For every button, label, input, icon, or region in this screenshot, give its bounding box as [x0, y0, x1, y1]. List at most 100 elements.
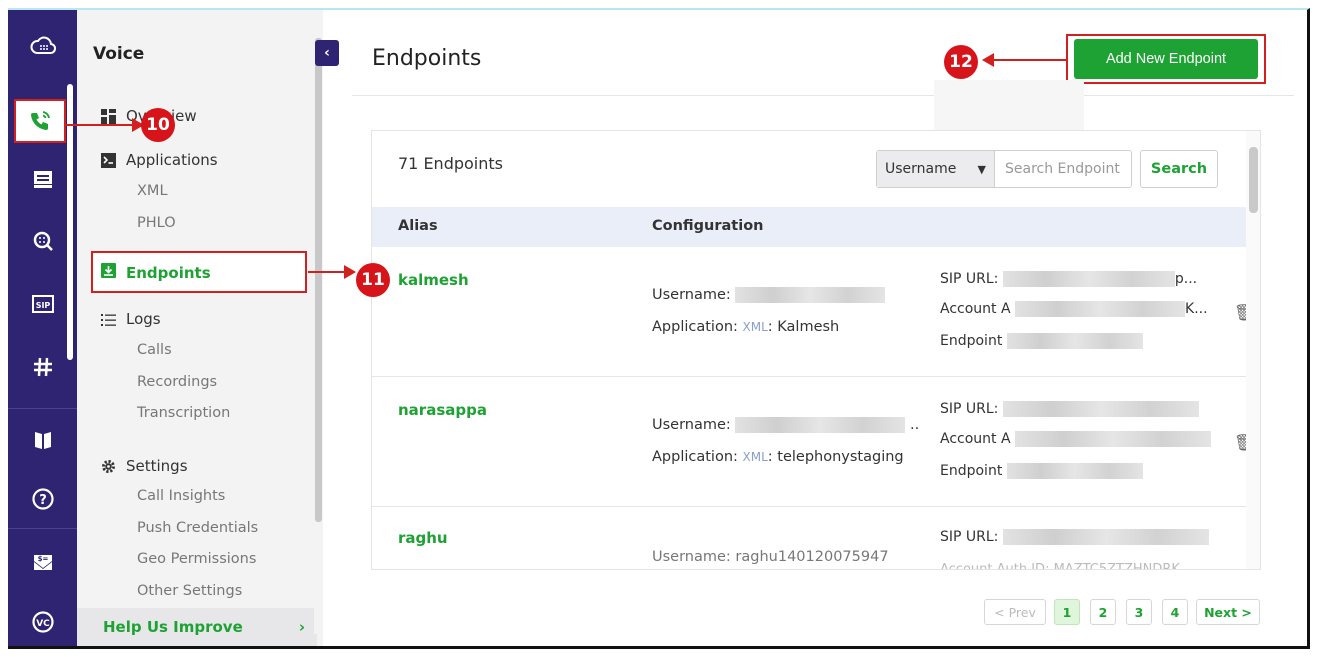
title-divider — [352, 95, 1294, 96]
search-filter: Username ▼ Search Endpoint — [876, 150, 1132, 188]
table-header: Alias Configuration — [372, 207, 1246, 247]
voice-phone-icon[interactable] — [14, 99, 66, 143]
help-us-improve-button[interactable]: Help Us Improve › — [77, 608, 317, 646]
number-lookup-icon[interactable] — [8, 219, 77, 263]
username-label: Username: — [652, 417, 731, 433]
search-button[interactable]: Search — [1140, 150, 1218, 188]
billing-icon[interactable]: $= — [8, 540, 77, 584]
nav-sub-transcription[interactable]: Transcription — [137, 405, 230, 421]
nav-item-label: Logs — [126, 310, 161, 328]
username-label: Username: — [652, 287, 731, 303]
endpoint-label: Endpoint — [940, 463, 1003, 479]
nav-sub-xml[interactable]: XML — [137, 183, 168, 199]
app-type[interactable]: XML — [743, 450, 768, 464]
annotation-arrow-11 — [308, 271, 348, 273]
username-tail: .. — [910, 417, 920, 433]
account-line: Account A K... — [940, 301, 1208, 317]
table-row: narasappa Username: .. Application: XML:… — [372, 377, 1254, 507]
nav-sub-push-credentials[interactable]: Push Credentials — [137, 520, 258, 536]
account-label: Account A — [940, 301, 1011, 317]
search-endpoint-input[interactable]: Search Endpoint — [995, 151, 1131, 187]
alias-link[interactable]: raghu — [398, 529, 448, 547]
nav-item-label: Applications — [126, 151, 218, 169]
alias-link[interactable]: kalmesh — [398, 271, 469, 289]
voice-nav-panel: Voice Overview Applications XML PHLO End… — [77, 10, 323, 646]
endpoint-line: Endpoint — [940, 333, 1143, 349]
annotation-badge-11: 11 — [356, 263, 390, 297]
redacted-value — [1002, 401, 1199, 417]
nav-sub-recordings[interactable]: Recordings — [137, 374, 217, 390]
list-icon — [101, 312, 116, 327]
application-line: Application: XML: telephonystaging — [652, 449, 904, 465]
nav-title: Voice — [93, 44, 145, 64]
pagination-next[interactable]: Next > — [1196, 599, 1260, 625]
icon-rail: SIP ? $= VC — [8, 10, 77, 646]
nav-sub-call-insights[interactable]: Call Insights — [137, 488, 225, 504]
account-label: Account A — [940, 431, 1011, 447]
sip-trunking-icon[interactable]: SIP — [8, 282, 77, 326]
nav-item-logs[interactable]: Logs — [101, 310, 161, 328]
chevron-down-icon: ▼ — [977, 162, 986, 176]
nav-sub-phlo[interactable]: PHLO — [137, 215, 176, 231]
pagination-page-4[interactable]: 4 — [1162, 599, 1188, 625]
app-name[interactable]: : telephonystaging — [768, 449, 904, 465]
svg-text:VC: VC — [36, 619, 50, 629]
gear-icon — [101, 459, 116, 474]
redacted-value — [1002, 271, 1175, 287]
pagination-page-2[interactable]: 2 — [1090, 599, 1116, 625]
docs-book-icon[interactable] — [8, 418, 77, 462]
phone-numbers-hash-icon[interactable] — [8, 345, 77, 389]
annotation-badge-12: 12 — [944, 45, 978, 79]
alias-link[interactable]: narasappa — [398, 401, 487, 419]
column-header-alias: Alias — [398, 218, 438, 234]
sip-label: SIP URL: — [940, 529, 999, 545]
help-question-icon[interactable]: ? — [8, 477, 77, 521]
redacted-value — [735, 287, 886, 303]
endpoint-download-icon — [101, 263, 116, 282]
annotation-arrow-12 — [992, 59, 1066, 61]
application-line: Application: XML: Kalmesh — [652, 319, 839, 335]
account-line-partial: Account Auth ID: MAZTC5ZTZHNDRK — [940, 562, 1180, 570]
username-line: Username: .. — [652, 417, 919, 433]
sip-label: SIP URL: — [940, 401, 999, 417]
filter-field-select[interactable]: Username ▼ — [877, 151, 995, 187]
chevron-right-icon: › — [298, 618, 305, 636]
pagination-page-1[interactable]: 1 — [1054, 599, 1080, 625]
nav-item-endpoints[interactable]: Endpoints — [101, 263, 211, 282]
app-type[interactable]: XML — [743, 320, 768, 334]
svg-text:?: ? — [39, 493, 47, 508]
redacted-value — [735, 417, 906, 433]
nav-item-settings[interactable]: Settings — [101, 457, 188, 475]
pagination-page-3[interactable]: 3 — [1126, 599, 1152, 625]
redacted-value — [1015, 301, 1186, 317]
table-scrollbar-thumb[interactable] — [1249, 147, 1258, 213]
pagination-prev[interactable]: < Prev — [984, 599, 1046, 625]
chevron-left-icon: ‹ — [324, 45, 330, 61]
column-header-configuration: Configuration — [652, 218, 764, 234]
nav-item-label: Endpoints — [126, 263, 211, 282]
sip-url-line: SIP URL: — [940, 529, 1209, 545]
account-avatar-icon[interactable]: VC — [8, 600, 77, 644]
username-line: Username: raghu140120075947 — [652, 549, 889, 565]
app-name[interactable]: : Kalmesh — [768, 319, 839, 335]
nav-scrollbar-thumb[interactable] — [315, 38, 322, 522]
rail-divider — [8, 408, 77, 409]
annotation-arrow-10 — [66, 124, 136, 126]
sip-url-line: SIP URL: — [940, 401, 1199, 417]
annotation-arrowhead — [344, 265, 356, 279]
svg-text:SIP: SIP — [35, 301, 50, 310]
collapse-sidebar-button[interactable]: ‹ — [315, 40, 339, 66]
redacted-value — [1002, 529, 1209, 545]
nav-item-applications[interactable]: Applications — [101, 151, 218, 169]
nav-sub-geo-permissions[interactable]: Geo Permissions — [137, 551, 256, 567]
cloud-grid-icon[interactable] — [8, 24, 77, 68]
nav-sub-other-settings[interactable]: Other Settings — [137, 583, 242, 599]
redacted-value — [1006, 463, 1143, 479]
add-new-endpoint-button[interactable]: Add New Endpoint — [1074, 39, 1258, 79]
nav-sub-calls[interactable]: Calls — [137, 342, 172, 358]
messaging-icon[interactable] — [8, 158, 77, 202]
table-row: kalmesh Username: Application: XML: Kalm… — [372, 247, 1254, 377]
endpoint-label: Endpoint — [940, 333, 1003, 349]
page-title: Endpoints — [372, 46, 482, 71]
endpoints-card: 71 Endpoints Username ▼ Search Endpoint … — [371, 130, 1261, 570]
